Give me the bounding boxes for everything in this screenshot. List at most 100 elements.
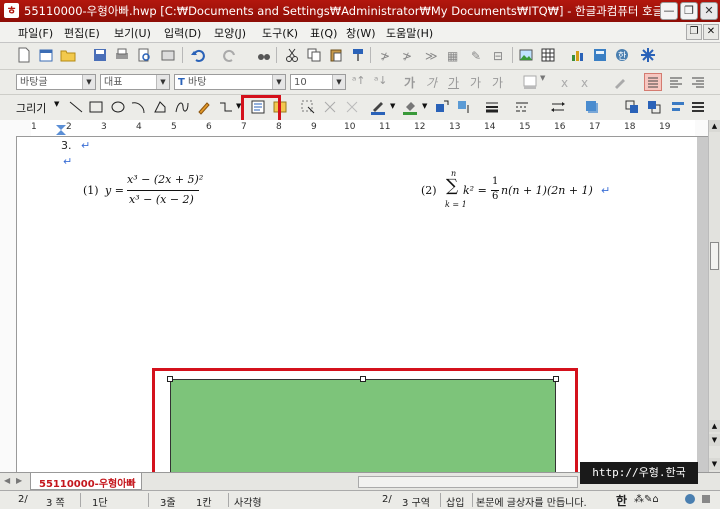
equation-1[interactable]: (1) y = x³ − (2x + 5)² x³ − (x − 2) — [83, 173, 213, 209]
minimize-button[interactable]: — — [660, 2, 678, 20]
line-tool-icon[interactable] — [68, 99, 84, 115]
menu-insert[interactable]: 입력(D) — [164, 25, 201, 41]
group-icon[interactable] — [322, 99, 338, 115]
size-up-icon[interactable]: ᵃ↑ — [352, 74, 368, 90]
distribute-icon[interactable] — [690, 99, 706, 115]
arrange-back-icon[interactable] — [646, 99, 662, 115]
tab-prev-icon[interactable]: ◀ — [4, 476, 10, 485]
redo-icon[interactable] — [222, 47, 238, 63]
outline-button[interactable]: 가 — [470, 74, 486, 90]
superscript-icon[interactable]: x — [560, 74, 576, 90]
menu-edit[interactable]: 편집(E) — [64, 25, 100, 41]
italic-button[interactable]: 가 — [426, 74, 442, 90]
bring-forward-icon[interactable] — [434, 99, 450, 115]
ime-symbols-icon[interactable]: ⁂✎⌂ — [634, 494, 659, 505]
send-backward-icon[interactable] — [456, 99, 472, 115]
font-select[interactable]: T 바탕 ▼ — [174, 74, 286, 90]
line-style-icon[interactable] — [514, 99, 530, 115]
hwp-app-icon[interactable]: ㅎ — [4, 3, 19, 18]
ime-status[interactable]: 한 — [616, 492, 627, 509]
underline-button[interactable]: 가 — [448, 74, 464, 90]
bold-button[interactable]: 가 — [404, 74, 420, 90]
ruler-style-icon[interactable]: ✎ — [470, 47, 486, 63]
undo-icon[interactable] — [190, 47, 206, 63]
font-language-select[interactable]: 대표 ▼ — [100, 74, 170, 90]
ungroup-icon[interactable] — [344, 99, 360, 115]
help-icon[interactable] — [684, 493, 696, 505]
calculator-icon[interactable] — [592, 47, 608, 63]
line-thickness-icon[interactable] — [484, 99, 500, 115]
menu-file[interactable]: 파일(F) — [18, 25, 53, 41]
chevron-down-icon[interactable]: ▼ — [54, 100, 59, 108]
font-size-select[interactable]: 10 ▼ — [290, 74, 346, 90]
connect-icon[interactable] — [640, 47, 656, 63]
line-color-icon[interactable] — [370, 99, 386, 115]
select-object-icon[interactable] — [300, 99, 316, 115]
menu-table[interactable]: 표(Q) — [310, 25, 337, 41]
tab-document[interactable]: 55110000-우형아빠 — [30, 473, 142, 490]
text-color-icon[interactable] — [522, 74, 538, 90]
doc-close-button[interactable]: ✕ — [703, 24, 719, 40]
highlight-pen-icon[interactable] — [612, 74, 628, 90]
menu-help[interactable]: 도움말(H) — [386, 25, 433, 41]
fill-color-icon[interactable] — [402, 99, 418, 115]
paste-icon[interactable] — [328, 47, 344, 63]
print-preview-icon[interactable] — [136, 47, 152, 63]
insert-picture-icon[interactable] — [518, 47, 534, 63]
open-folder-icon[interactable] — [60, 47, 76, 63]
save-icon[interactable] — [92, 47, 108, 63]
menu-view[interactable]: 보기(U) — [114, 25, 151, 41]
curve-tool-icon[interactable] — [174, 99, 190, 115]
shadow-button[interactable]: 가 — [492, 74, 508, 90]
style-icon[interactable]: ≫ — [424, 47, 440, 63]
menu-window[interactable]: 창(W) — [346, 25, 376, 41]
edit-cell-icon[interactable]: ⊟ — [492, 47, 508, 63]
fax-icon[interactable] — [160, 47, 176, 63]
next-page-icon[interactable]: ▼ — [709, 434, 720, 446]
table-icon[interactable] — [540, 47, 556, 63]
ellipse-tool-icon[interactable] — [110, 99, 126, 115]
menu-format[interactable]: 모양(J) — [214, 25, 246, 41]
subscript-icon[interactable]: x — [580, 74, 596, 90]
chevron-down-icon[interactable]: ▼ — [390, 102, 395, 110]
find-icon[interactable] — [256, 47, 272, 63]
align-right-icon[interactable] — [690, 74, 706, 90]
print-icon[interactable] — [114, 47, 130, 63]
scroll-thumb[interactable] — [710, 242, 719, 270]
scroll-up-icon[interactable]: ▲ — [709, 120, 720, 132]
align-left-icon[interactable] — [668, 74, 684, 90]
format-painter-icon[interactable] — [350, 47, 366, 63]
align-objects-icon[interactable] — [670, 99, 686, 115]
tab-next-icon[interactable]: ▶ — [16, 476, 22, 485]
vertical-scrollbar[interactable]: ▲ ▲ ▼ ▼ — [708, 120, 720, 472]
ime-menu-icon[interactable] — [700, 493, 712, 505]
pencil-icon[interactable] — [196, 99, 212, 115]
connector-line-icon[interactable] — [218, 99, 234, 115]
arrow-style-icon[interactable] — [550, 99, 566, 115]
cut-icon[interactable] — [284, 47, 300, 63]
horizontal-scrollbar[interactable] — [358, 476, 578, 488]
equation-2[interactable]: (2) n ∑ k = 1 k² = 1 6 n(n + 1)(2n + 1) … — [421, 169, 621, 213]
rectangle-tool-icon[interactable] — [88, 99, 104, 115]
shadow-icon[interactable] — [584, 99, 600, 115]
para-shape-icon[interactable]: ≯ — [400, 47, 416, 63]
style-select[interactable]: 바탕글 ▼ — [16, 74, 96, 90]
doc-restore-button[interactable]: ❐ — [686, 24, 702, 40]
dictionary-icon[interactable]: 한 — [614, 47, 630, 63]
restore-button[interactable]: ❐ — [680, 2, 698, 20]
chevron-down-icon[interactable]: ▼ — [422, 102, 427, 110]
size-down-icon[interactable]: ᵃ↓ — [374, 74, 390, 90]
char-shape-icon[interactable]: ≯ — [378, 47, 394, 63]
chart-icon[interactable] — [570, 47, 586, 63]
polygon-tool-icon[interactable] — [152, 99, 168, 115]
close-button[interactable]: ✕ — [700, 2, 718, 20]
new-window-icon[interactable] — [38, 47, 54, 63]
align-justify-button[interactable] — [644, 73, 662, 91]
arrange-front-icon[interactable] — [624, 99, 640, 115]
arc-tool-icon[interactable] — [130, 99, 146, 115]
indent-marker-icon[interactable] — [55, 124, 67, 136]
copy-icon[interactable] — [306, 47, 322, 63]
chevron-down-icon[interactable]: ▼ — [540, 74, 556, 90]
bookmark-icon[interactable]: ▦ — [446, 47, 462, 63]
prev-page-icon[interactable]: ▲ — [709, 420, 720, 432]
